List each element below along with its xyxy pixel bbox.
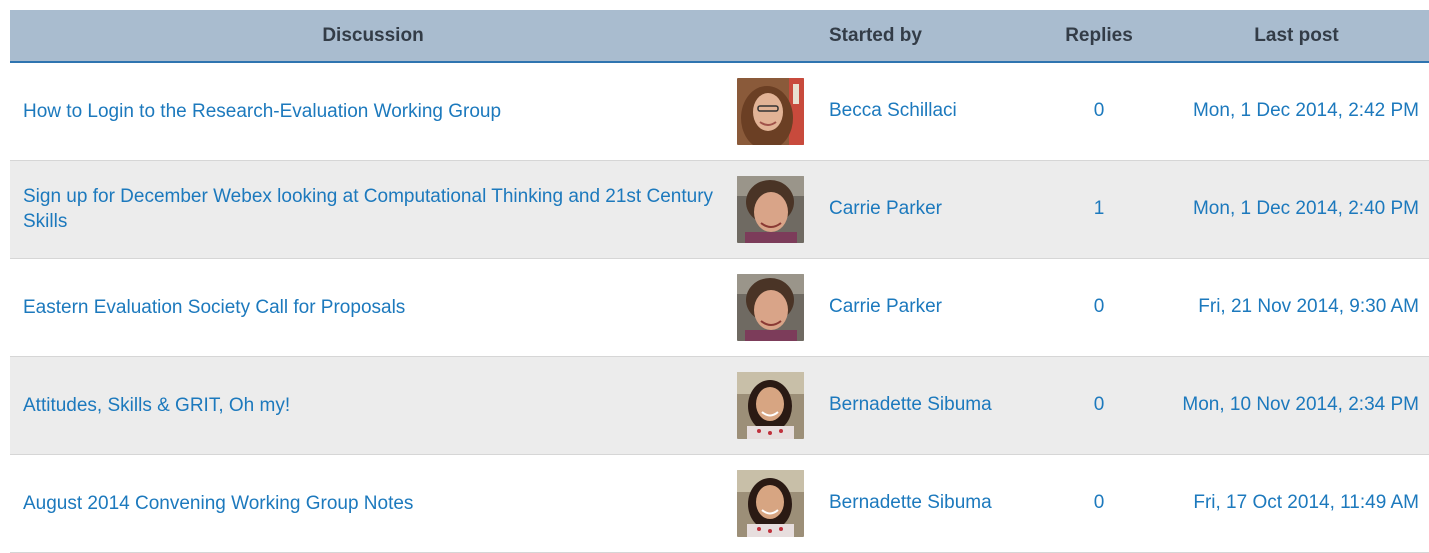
discussion-cell: Sign up for December Webex looking at Co…	[10, 160, 723, 258]
avatar-cell	[723, 62, 813, 160]
replies-count: 0	[1093, 394, 1105, 415]
author-link[interactable]: Becca Schillaci	[829, 100, 957, 121]
replies-count: 0	[1093, 296, 1105, 317]
author-link[interactable]: Carrie Parker	[829, 198, 942, 219]
discussion-link[interactable]: Attitudes, Skills & GRIT, Oh my!	[23, 395, 290, 416]
author-cell: Becca Schillaci	[813, 62, 1024, 160]
avatar-cell	[723, 454, 813, 552]
table-header: Discussion Started by Replies Last post	[10, 10, 1429, 62]
discussion-cell: How to Login to the Research-Evaluation …	[10, 62, 723, 160]
avatar-becca-icon[interactable]	[737, 77, 804, 145]
author-link[interactable]: Carrie Parker	[829, 296, 942, 317]
avatar-cell	[723, 258, 813, 356]
author-link[interactable]: Bernadette Sibuma	[829, 394, 992, 415]
discussion-link[interactable]: Eastern Evaluation Society Call for Prop…	[23, 297, 405, 318]
last-post-cell: Mon, 1 Dec 2014, 2:42 PM	[1174, 62, 1429, 160]
avatar-carrie-icon[interactable]	[737, 273, 804, 341]
author-link[interactable]: Bernadette Sibuma	[829, 492, 992, 513]
author-cell: Carrie Parker	[813, 258, 1024, 356]
last-post-cell: Fri, 21 Nov 2014, 9:30 AM	[1174, 258, 1429, 356]
author-cell: Bernadette Sibuma	[813, 454, 1024, 552]
last-post-link[interactable]: Fri, 21 Nov 2014, 9:30 AM	[1198, 296, 1419, 317]
author-cell: Carrie Parker	[813, 160, 1024, 258]
last-post-cell: Mon, 10 Nov 2014, 2:34 PM	[1174, 356, 1429, 454]
discussion-link[interactable]: Sign up for December Webex looking at Co…	[23, 186, 713, 232]
header-replies[interactable]: Replies	[1024, 10, 1174, 62]
author-cell: Bernadette Sibuma	[813, 356, 1024, 454]
last-post-link[interactable]: Mon, 1 Dec 2014, 2:42 PM	[1193, 100, 1419, 121]
discussion-cell: Eastern Evaluation Society Call for Prop…	[10, 258, 723, 356]
replies-count: 1	[1093, 198, 1105, 219]
last-post-cell: Fri, 17 Oct 2014, 11:49 AM	[1174, 454, 1429, 552]
header-avatar-spacer	[723, 10, 813, 62]
header-started-by[interactable]: Started by	[813, 10, 1024, 62]
table-row: How to Login to the Research-Evaluation …	[10, 62, 1429, 160]
header-discussion[interactable]: Discussion	[10, 10, 723, 62]
table-body: How to Login to the Research-Evaluation …	[10, 62, 1429, 552]
avatar-cell	[723, 160, 813, 258]
table-row: Eastern Evaluation Society Call for Prop…	[10, 258, 1429, 356]
discussion-link[interactable]: August 2014 Convening Working Group Note…	[23, 493, 413, 514]
discussion-table: Discussion Started by Replies Last post …	[10, 10, 1429, 553]
avatar-carrie-icon[interactable]	[737, 175, 804, 243]
last-post-link[interactable]: Fri, 17 Oct 2014, 11:49 AM	[1193, 492, 1419, 513]
replies-count: 0	[1093, 492, 1105, 513]
header-last-post[interactable]: Last post	[1174, 10, 1429, 62]
replies-count: 0	[1093, 100, 1105, 122]
table-row: August 2014 Convening Working Group Note…	[10, 454, 1429, 552]
avatar-cell	[723, 356, 813, 454]
table-row: Attitudes, Skills & GRIT, Oh my! Bernade…	[10, 356, 1429, 454]
last-post-cell: Mon, 1 Dec 2014, 2:40 PM	[1174, 160, 1429, 258]
discussion-cell: August 2014 Convening Working Group Note…	[10, 454, 723, 552]
last-post-link[interactable]: Mon, 1 Dec 2014, 2:40 PM	[1193, 198, 1419, 219]
table-row: Sign up for December Webex looking at Co…	[10, 160, 1429, 258]
header-row: Discussion Started by Replies Last post	[10, 10, 1429, 62]
last-post-link[interactable]: Mon, 10 Nov 2014, 2:34 PM	[1182, 394, 1419, 415]
discussion-cell: Attitudes, Skills & GRIT, Oh my!	[10, 356, 723, 454]
avatar-bernadette-icon[interactable]	[737, 371, 804, 439]
avatar-bernadette-icon[interactable]	[737, 469, 804, 537]
discussion-link[interactable]: How to Login to the Research-Evaluation …	[23, 101, 501, 122]
